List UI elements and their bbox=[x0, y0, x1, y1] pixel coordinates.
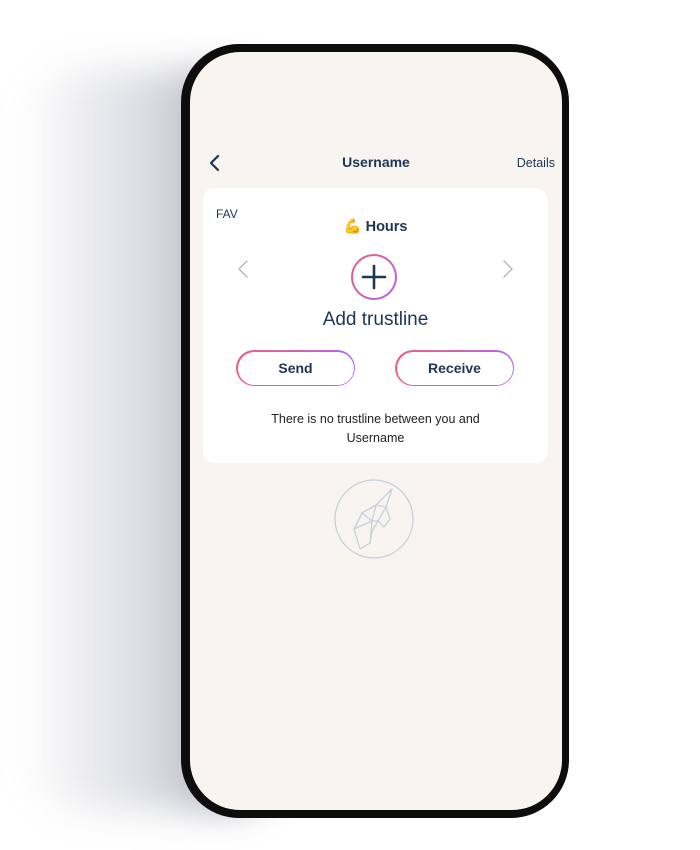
next-button[interactable] bbox=[501, 258, 515, 280]
previous-button[interactable] bbox=[236, 258, 250, 280]
top-bar: Username Details bbox=[190, 152, 562, 182]
currency-title: 💪 Hours bbox=[203, 218, 548, 235]
receive-button-label: Receive bbox=[396, 351, 513, 385]
currency-label: Hours bbox=[365, 219, 408, 235]
phone-frame: Username Details FAV 💪 Hours Add trustli… bbox=[181, 44, 569, 818]
message-line-2: Username bbox=[346, 431, 405, 445]
page-title: Username bbox=[342, 154, 410, 170]
send-button[interactable]: Send bbox=[236, 350, 355, 386]
chevron-right-icon bbox=[503, 260, 513, 278]
chevron-left-icon bbox=[238, 260, 248, 278]
plus-icon bbox=[361, 264, 387, 290]
message-line-1: There is no trustline between you and bbox=[271, 412, 480, 426]
receive-button[interactable]: Receive bbox=[395, 350, 514, 386]
no-trustline-message: There is no trustline between you and Us… bbox=[233, 410, 518, 448]
details-link[interactable]: Details bbox=[517, 156, 555, 170]
add-button-face bbox=[353, 256, 395, 298]
trustline-card: FAV 💪 Hours Add trustline Send Receive T… bbox=[203, 188, 548, 463]
unicorn-logo-icon bbox=[332, 477, 416, 561]
flexed-bicep-icon: 💪 bbox=[343, 219, 362, 235]
app-screen: Username Details FAV 💪 Hours Add trustli… bbox=[190, 52, 562, 810]
add-trustline-label: Add trustline bbox=[322, 309, 429, 330]
add-trustline-button[interactable] bbox=[351, 254, 397, 300]
send-button-label: Send bbox=[237, 351, 354, 385]
